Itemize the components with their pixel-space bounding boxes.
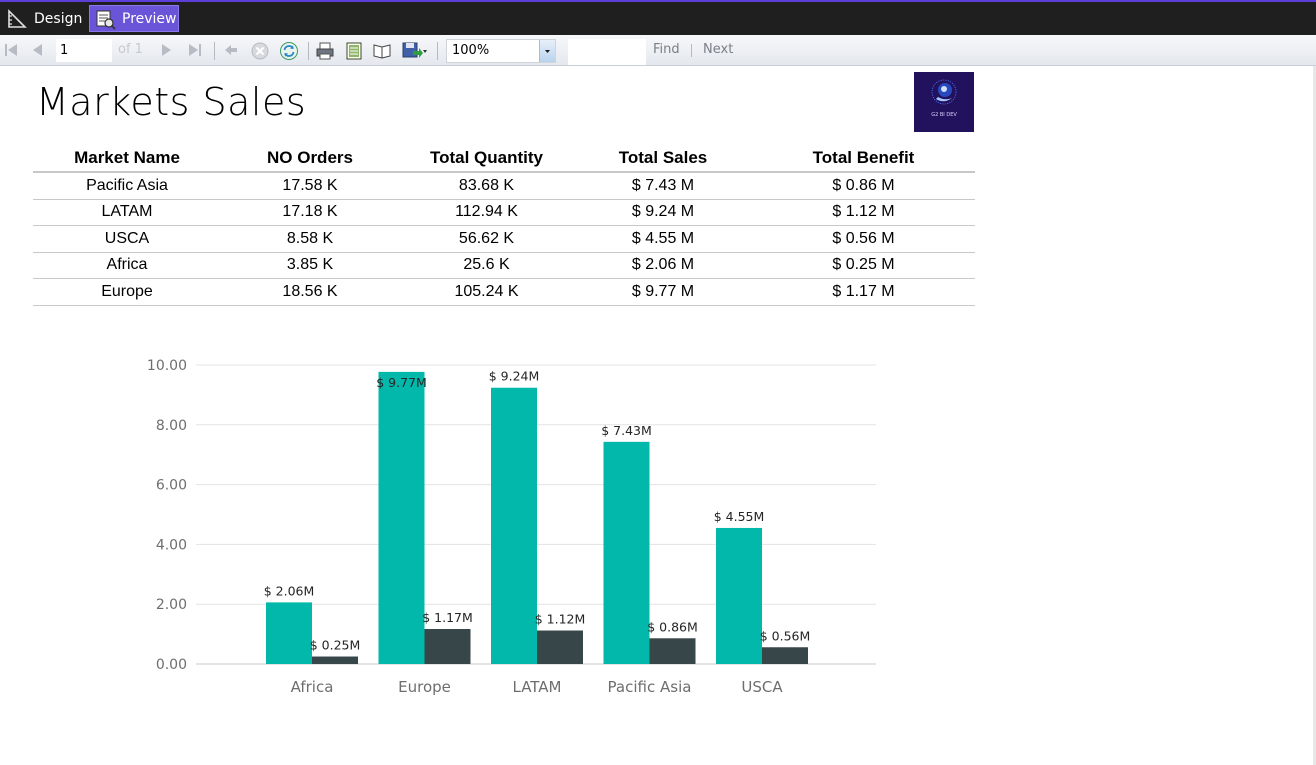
benefit-bar: [312, 656, 358, 664]
y-tick-label: 10.00: [147, 358, 187, 374]
sales-benefit-bar-chart: 0.00 2.00 4.00 6.00 8.00 10.00 $ 2.06M $ 0.25M A…: [147, 358, 876, 696]
x-tick-label: LATAM: [513, 678, 562, 696]
benefit-bar: [649, 638, 696, 664]
data-label: $ 7.43M: [601, 423, 652, 438]
data-label: $ 9.77M: [376, 375, 427, 390]
x-tick-label: USCA: [741, 678, 783, 696]
sales-bar: [378, 371, 425, 664]
benefit-bar: [424, 629, 471, 664]
data-label: $ 1.17M: [422, 610, 473, 625]
sales-bar: [603, 441, 650, 664]
benefit-bar: [762, 647, 808, 664]
x-tick-label: Europe: [398, 678, 451, 696]
x-tick-label: Africa: [291, 678, 334, 696]
sales-bar: [491, 387, 537, 664]
data-label: $ 0.86M: [647, 619, 698, 634]
data-label: $ 0.25M: [310, 638, 361, 653]
data-label: $ 4.55M: [714, 509, 765, 524]
data-label: $ 0.56M: [760, 628, 811, 643]
y-tick-label: 6.00: [156, 478, 187, 494]
benefit-bar: [537, 630, 583, 664]
y-tick-label: 8.00: [156, 418, 187, 434]
y-tick-label: 2.00: [156, 597, 187, 613]
sales-bar: [266, 602, 312, 664]
data-label: $ 1.12M: [535, 612, 586, 627]
sales-bar: [716, 527, 762, 664]
y-tick-label: 4.00: [156, 537, 187, 553]
y-tick-label: 0.00: [156, 657, 187, 673]
x-tick-label: Pacific Asia: [608, 678, 692, 696]
data-label: $ 2.06M: [264, 583, 315, 598]
data-label: $ 9.24M: [489, 369, 540, 384]
